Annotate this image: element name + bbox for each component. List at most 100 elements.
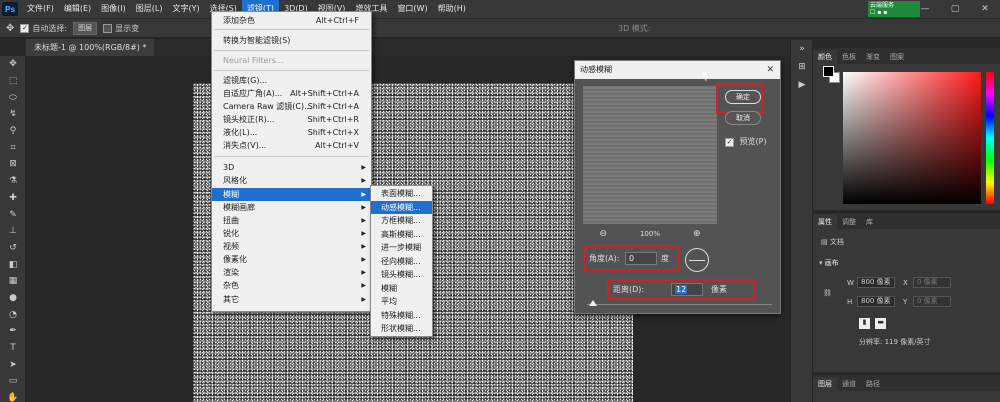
blur-item-radial[interactable]: 径向模糊...: [371, 255, 432, 269]
zoom-in-icon[interactable]: ⊕: [693, 229, 701, 239]
filter-item-noise[interactable]: 杂色 ▶: [212, 279, 371, 292]
tab-channels[interactable]: 通道: [837, 377, 861, 391]
landscape-icon[interactable]: ▬: [875, 318, 887, 329]
tab-swatches[interactable]: 色板: [837, 50, 861, 64]
distance-slider-track[interactable]: [587, 304, 772, 305]
filter-item-vanishing-point[interactable]: 消失点(V)... Alt+Ctrl+V: [212, 139, 371, 152]
width-input[interactable]: 800 像素: [857, 277, 895, 288]
close-icon[interactable]: ✕: [970, 0, 1000, 18]
auto-select-checkbox[interactable]: ✓: [20, 23, 30, 33]
angle-input[interactable]: 0: [625, 252, 657, 265]
eraser-icon[interactable]: ◧: [0, 256, 26, 273]
tab-patterns[interactable]: 图案: [885, 50, 909, 64]
history-icon[interactable]: ⊞: [791, 58, 813, 76]
dialog-title-bar[interactable]: 动感模糊 ✕: [575, 61, 780, 79]
filter-item-video[interactable]: 视频 ▶: [212, 240, 371, 253]
hand-icon[interactable]: ✋: [0, 390, 26, 402]
link-icon[interactable]: ⛓: [823, 289, 832, 297]
tab-layers[interactable]: 图层: [813, 377, 837, 391]
filter-item-lens-correction[interactable]: 镜头校正(R)... Shift+Ctrl+R: [212, 113, 371, 126]
blur-item-surface[interactable]: 表面模糊...: [371, 187, 432, 201]
filter-item-stylize[interactable]: 风格化 ▶: [212, 174, 371, 187]
move-tool-icon[interactable]: ✥: [6, 23, 14, 34]
auto-select-dropdown[interactable]: 图层: [73, 21, 98, 35]
filter-item-sharpen[interactable]: 锐化 ▶: [212, 227, 371, 240]
menu-image[interactable]: 图像(I): [96, 0, 131, 18]
brush-icon[interactable]: ✎: [0, 206, 26, 223]
preview-checkbox[interactable]: ✓: [725, 137, 734, 147]
dodge-icon[interactable]: ◔: [0, 306, 26, 323]
eyedropper-icon[interactable]: ⚗: [0, 173, 26, 190]
document-tab[interactable]: 未标题-1 @ 100%(RGB/8#) *: [26, 39, 155, 56]
play-icon[interactable]: ▶: [791, 76, 813, 94]
blur-item-lens[interactable]: 镜头模糊...: [371, 268, 432, 282]
foreground-color-swatch[interactable]: [823, 66, 834, 77]
portrait-icon[interactable]: ▮: [859, 318, 870, 329]
lasso-icon[interactable]: ↯: [0, 106, 26, 123]
stamp-icon[interactable]: ⊥: [0, 223, 26, 240]
filter-item-adaptive-wide[interactable]: 自适应广角(A)... Alt+Shift+Ctrl+A: [212, 87, 371, 100]
filter-item-blur-gallery[interactable]: 模糊画廊 ▶: [212, 201, 371, 214]
crop-icon[interactable]: ⌗: [0, 139, 26, 156]
height-input[interactable]: 800 像素: [857, 296, 895, 307]
angle-dial[interactable]: [685, 248, 709, 272]
tab-adjustments[interactable]: 调整: [837, 215, 861, 229]
blur-item-average[interactable]: 平均: [371, 295, 432, 309]
ok-button[interactable]: 确定: [725, 90, 761, 104]
maximize-icon[interactable]: ▢: [940, 0, 970, 18]
path-select-icon[interactable]: ➤: [0, 356, 26, 373]
show-transform-checkbox[interactable]: [103, 23, 113, 33]
filter-item-smart-filter[interactable]: 转换为智能滤镜(S): [212, 34, 371, 47]
history-brush-icon[interactable]: ↺: [0, 240, 26, 257]
menu-file[interactable]: 文件(F): [22, 0, 59, 18]
quick-select-icon[interactable]: ⚲: [0, 123, 26, 140]
marquee-icon[interactable]: ⬭: [0, 89, 26, 106]
minimize-icon[interactable]: —: [910, 0, 940, 18]
frame-icon[interactable]: ⊠: [0, 156, 26, 173]
blur-item-smart[interactable]: 特殊模糊...: [371, 309, 432, 323]
pen-icon[interactable]: ✒: [0, 323, 26, 340]
close-icon[interactable]: ✕: [766, 61, 774, 79]
blur-item-motion[interactable]: 动感模糊...: [371, 200, 432, 214]
filter-item-other[interactable]: 其它 ▶: [212, 293, 371, 306]
collapse-icon[interactable]: »: [791, 40, 813, 58]
gradient-icon[interactable]: ▦: [0, 273, 26, 290]
tab-paths[interactable]: 路径: [861, 377, 885, 391]
blur-item-shape[interactable]: 形状模糊...: [371, 322, 432, 336]
menu-help[interactable]: 帮助(H): [433, 0, 471, 18]
blur-icon[interactable]: ●: [0, 290, 26, 307]
filter-item-liquify[interactable]: 液化(L)... Shift+Ctrl+X: [212, 126, 371, 139]
x-input[interactable]: 0 像素: [913, 277, 951, 288]
blur-preview[interactable]: [583, 86, 717, 224]
type-icon[interactable]: T: [0, 340, 26, 357]
distance-input[interactable]: 12: [671, 283, 703, 296]
filter-item-add-noise[interactable]: 添加杂色 Alt+Ctrl+F: [212, 14, 371, 27]
hue-slider[interactable]: [986, 72, 994, 204]
filter-item-gallery[interactable]: 滤镜库(G)...: [212, 74, 371, 87]
cancel-button[interactable]: 取消: [725, 111, 761, 125]
menu-edit[interactable]: 编辑(E): [59, 0, 96, 18]
artboard-icon[interactable]: ⬚: [0, 73, 26, 90]
rectangle-icon[interactable]: ▭: [0, 373, 26, 390]
move-icon[interactable]: ✥: [0, 56, 26, 73]
menu-window[interactable]: 窗口(W): [392, 0, 432, 18]
zoom-out-icon[interactable]: ⊖: [599, 229, 607, 239]
blur-item-blur[interactable]: 模糊: [371, 282, 432, 296]
filter-item-blur[interactable]: 模糊 ▶: [212, 188, 371, 201]
distance-slider-thumb[interactable]: [589, 300, 597, 306]
filter-item-pixelate[interactable]: 像素化 ▶: [212, 253, 371, 266]
filter-item-distort[interactable]: 扭曲 ▶: [212, 214, 371, 227]
color-picker-field[interactable]: [843, 72, 981, 204]
tab-libraries[interactable]: 库: [861, 215, 878, 229]
filter-item-3d[interactable]: 3D ▶: [212, 161, 371, 174]
menu-layer[interactable]: 图层(L): [131, 0, 168, 18]
tab-properties[interactable]: 属性: [813, 215, 837, 229]
healing-brush-icon[interactable]: ✚: [0, 190, 26, 207]
filter-item-render[interactable]: 渲染 ▶: [212, 266, 371, 279]
filter-item-camera-raw[interactable]: Camera Raw 滤镜(C)... Shift+Ctrl+A: [212, 100, 371, 113]
blur-item-box[interactable]: 方框模糊...: [371, 214, 432, 228]
menu-type[interactable]: 文字(Y): [167, 0, 204, 18]
blur-item-more[interactable]: 进一步模糊: [371, 241, 432, 255]
filter-item-neural[interactable]: Neural Filters...: [212, 54, 371, 67]
y-input[interactable]: 0 像素: [913, 296, 951, 307]
